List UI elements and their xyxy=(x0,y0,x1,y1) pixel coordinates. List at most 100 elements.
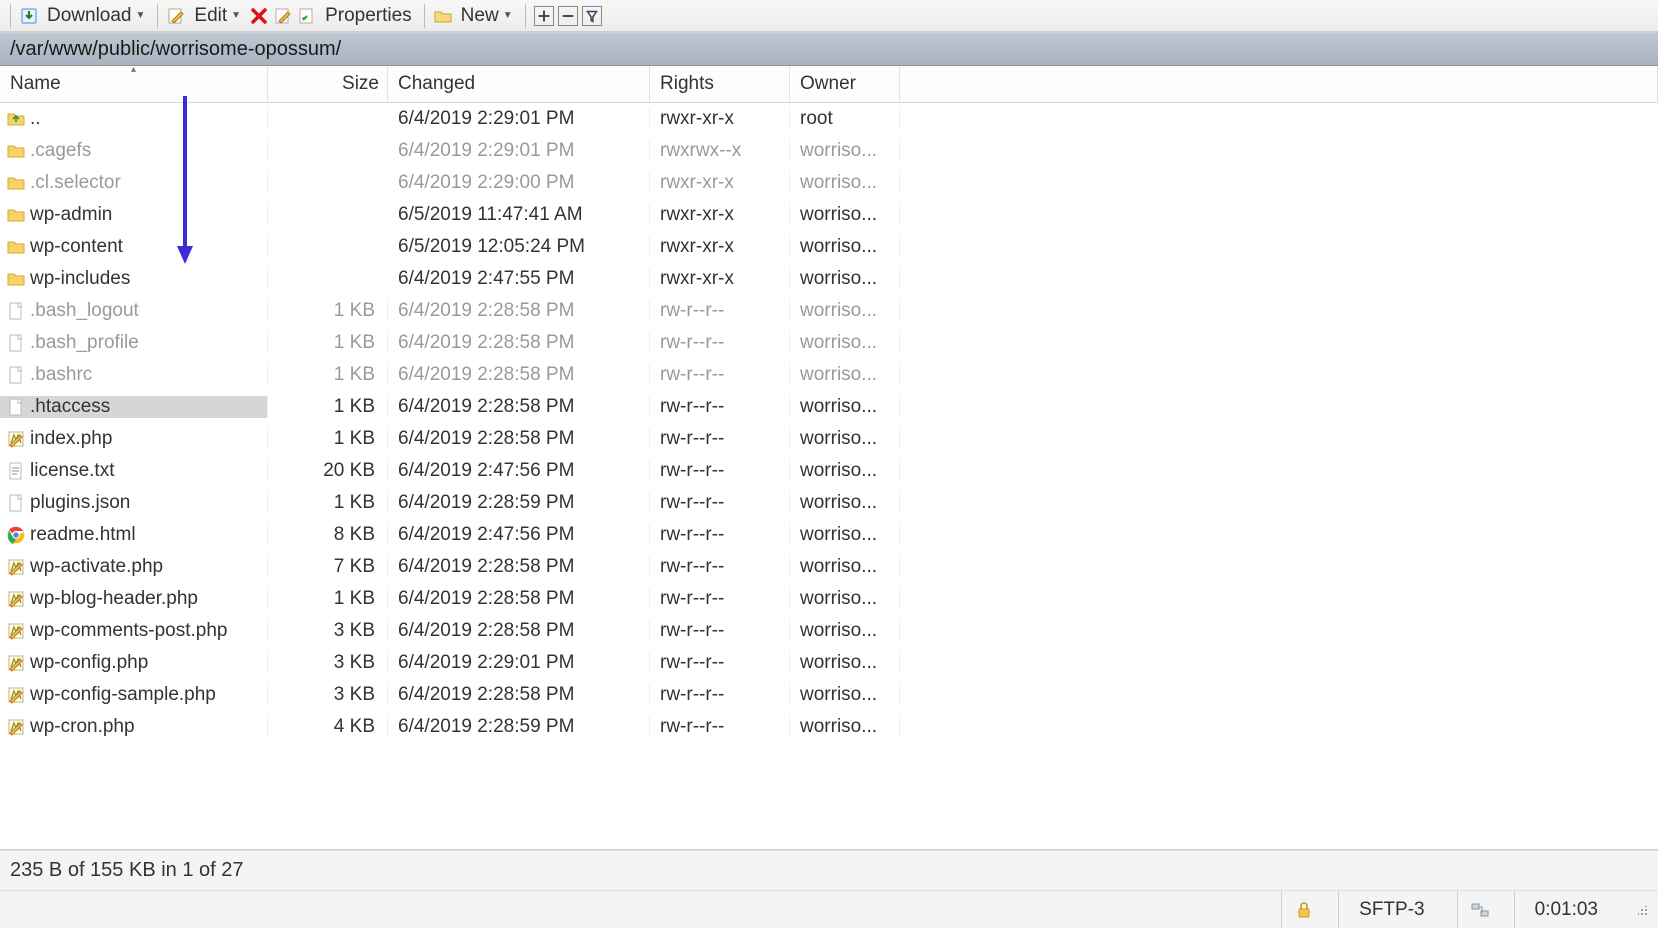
file-name-label: wp-cron.php xyxy=(30,716,135,738)
file-name-cell[interactable]: index.php xyxy=(0,428,268,450)
file-name-cell[interactable]: wp-cron.php xyxy=(0,716,268,738)
file-changed-cell: 6/4/2019 2:28:59 PM xyxy=(388,492,650,514)
file-row[interactable]: wp-cron.php4 KB6/4/2019 2:28:59 PMrw-r--… xyxy=(0,711,1658,743)
file-row[interactable]: .htaccess1 KB6/4/2019 2:28:58 PMrw-r--r-… xyxy=(0,391,1658,423)
download-button[interactable]: Download ▼ xyxy=(43,3,149,29)
file-name-cell[interactable]: wp-config.php xyxy=(0,652,268,674)
col-rights-header[interactable]: Rights xyxy=(650,66,790,102)
file-size-cell: 1 KB xyxy=(268,492,388,514)
file-row[interactable]: .cl.selector6/4/2019 2:29:00 PMrwxr-xr-x… xyxy=(0,167,1658,199)
plus-icon[interactable] xyxy=(534,6,554,26)
php-icon xyxy=(6,429,26,449)
properties-button[interactable]: Properties xyxy=(321,3,416,29)
file-size-cell: 8 KB xyxy=(268,524,388,546)
rename-icon[interactable] xyxy=(273,6,293,26)
file-row[interactable]: license.txt20 KB6/4/2019 2:47:56 PMrw-r-… xyxy=(0,455,1658,487)
file-row[interactable]: plugins.json1 KB6/4/2019 2:28:59 PMrw-r-… xyxy=(0,487,1658,519)
file-name-cell[interactable]: .bash_logout xyxy=(0,300,268,322)
status-bar-2: SFTP-3 0:01:03 xyxy=(0,890,1658,928)
file-row[interactable]: .bash_logout1 KB6/4/2019 2:28:58 PMrw-r-… xyxy=(0,295,1658,327)
edit-icon[interactable] xyxy=(166,6,186,26)
column-headers: Name ▴ Size Changed Rights Owner xyxy=(0,66,1658,103)
file-name-cell[interactable]: .bashrc xyxy=(0,364,268,386)
file-row[interactable]: index.php1 KB6/4/2019 2:28:58 PMrw-r--r-… xyxy=(0,423,1658,455)
new-folder-icon[interactable] xyxy=(433,6,453,26)
encryption-indicator[interactable] xyxy=(1281,891,1326,928)
file-name-cell[interactable]: wp-activate.php xyxy=(0,556,268,578)
file-rights-cell: rw-r--r-- xyxy=(650,588,790,610)
file-owner-cell: worriso... xyxy=(790,396,900,418)
path-bar[interactable]: /var/www/public/worrisome-opossum/ xyxy=(0,32,1658,66)
file-changed-cell: 6/4/2019 2:47:56 PM xyxy=(388,460,650,482)
file-row[interactable]: wp-includes6/4/2019 2:47:55 PMrwxr-xr-xw… xyxy=(0,263,1658,295)
file-row[interactable]: .bashrc1 KB6/4/2019 2:28:58 PMrw-r--r--w… xyxy=(0,359,1658,391)
protocol-label: SFTP-3 xyxy=(1359,899,1424,921)
file-rights-cell: rwxr-xr-x xyxy=(650,108,790,130)
edit-button[interactable]: Edit ▼ xyxy=(190,3,245,29)
file-name-cell[interactable]: .cl.selector xyxy=(0,172,268,194)
file-owner-cell: worriso... xyxy=(790,524,900,546)
file-name-label: .bash_profile xyxy=(30,332,139,354)
col-changed-header[interactable]: Changed xyxy=(388,66,650,102)
file-name-cell[interactable]: .bash_profile xyxy=(0,332,268,354)
file-rights-cell: rwxrwx--x xyxy=(650,140,790,162)
col-size-header[interactable]: Size xyxy=(268,66,388,102)
minus-icon[interactable] xyxy=(558,6,578,26)
file-row[interactable]: wp-content6/5/2019 12:05:24 PMrwxr-xr-xw… xyxy=(0,231,1658,263)
file-name-cell[interactable]: wp-config-sample.php xyxy=(0,684,268,706)
col-owner-header[interactable]: Owner xyxy=(790,66,900,102)
new-button[interactable]: New ▼ xyxy=(457,3,517,29)
file-name-cell[interactable]: wp-includes xyxy=(0,268,268,290)
file-name-label: wp-admin xyxy=(30,204,112,226)
file-changed-cell: 6/4/2019 2:29:01 PM xyxy=(388,140,650,162)
file-row[interactable]: wp-config.php3 KB6/4/2019 2:29:01 PMrw-r… xyxy=(0,647,1658,679)
file-owner-cell: worriso... xyxy=(790,684,900,706)
file-name-label: readme.html xyxy=(30,524,136,546)
file-row[interactable]: .cagefs 6/4/2019 2:29:01 PMrwxrwx--xworri… xyxy=(0,135,1658,167)
file-name-cell[interactable]: wp-content xyxy=(0,236,268,258)
file-name-cell[interactable]: .. xyxy=(0,108,268,130)
file-name-cell[interactable]: wp-comments-post.php xyxy=(0,620,268,642)
file-row[interactable]: wp-config-sample.php3 KB6/4/2019 2:28:58… xyxy=(0,679,1658,711)
file-row[interactable]: readme.html8 KB6/4/2019 2:47:56 PMrw-r--… xyxy=(0,519,1658,551)
file-row[interactable]: wp-blog-header.php1 KB6/4/2019 2:28:58 P… xyxy=(0,583,1658,615)
download-icon[interactable] xyxy=(19,6,39,26)
file-name-cell[interactable]: .cagefs xyxy=(0,140,268,162)
file-name-label: wp-activate.php xyxy=(30,556,163,578)
file-changed-cell: 6/4/2019 2:47:55 PM xyxy=(388,268,650,290)
file-name-cell[interactable]: .htaccess xyxy=(0,396,268,418)
file-icon xyxy=(6,397,26,417)
toolbar: Download ▼ Edit ▼ Properties New ▼ xyxy=(0,0,1658,32)
resize-grip-icon[interactable] xyxy=(1634,902,1650,918)
file-owner-cell: worriso... xyxy=(790,428,900,450)
up-icon xyxy=(6,109,26,129)
file-name-cell[interactable]: wp-blog-header.php xyxy=(0,588,268,610)
file-owner-cell: root xyxy=(790,108,900,130)
file-row[interactable]: wp-comments-post.php3 KB6/4/2019 2:28:58… xyxy=(0,615,1658,647)
file-row[interactable]: wp-admin6/5/2019 11:47:41 AMrwxr-xr-xwor… xyxy=(0,199,1658,231)
file-rights-cell: rw-r--r-- xyxy=(650,652,790,674)
properties-icon[interactable] xyxy=(297,6,317,26)
file-name-cell[interactable]: wp-admin xyxy=(0,204,268,226)
col-name-header[interactable]: Name ▴ xyxy=(0,66,268,102)
php-icon xyxy=(6,653,26,673)
file-row[interactable]: wp-activate.php7 KB6/4/2019 2:28:58 PMrw… xyxy=(0,551,1658,583)
file-owner-cell: worriso... xyxy=(790,268,900,290)
protocol-indicator[interactable]: SFTP-3 xyxy=(1338,891,1444,928)
file-row[interactable]: ..6/4/2019 2:29:01 PMrwxr-xr-xroot xyxy=(0,103,1658,135)
connection-indicator[interactable] xyxy=(1457,891,1502,928)
file-changed-cell: 6/4/2019 2:28:59 PM xyxy=(388,716,650,738)
file-size-cell: 3 KB xyxy=(268,620,388,642)
file-list[interactable]: Name ▴ Size Changed Rights Owner ..6/4/2… xyxy=(0,66,1658,849)
filter-icon[interactable] xyxy=(582,6,602,26)
delete-icon[interactable] xyxy=(249,6,269,26)
status-bar: 235 B of 155 KB in 1 of 27 xyxy=(0,850,1658,890)
file-owner-cell: worriso... xyxy=(790,172,900,194)
file-owner-cell: worriso... xyxy=(790,140,900,162)
download-label: Download xyxy=(47,5,132,27)
file-name-cell[interactable]: plugins.json xyxy=(0,492,268,514)
file-name-cell[interactable]: license.txt xyxy=(0,460,268,482)
file-row[interactable]: .bash_profile1 KB6/4/2019 2:28:58 PMrw-r… xyxy=(0,327,1658,359)
file-name-cell[interactable]: readme.html xyxy=(0,524,268,546)
file-icon xyxy=(6,301,26,321)
